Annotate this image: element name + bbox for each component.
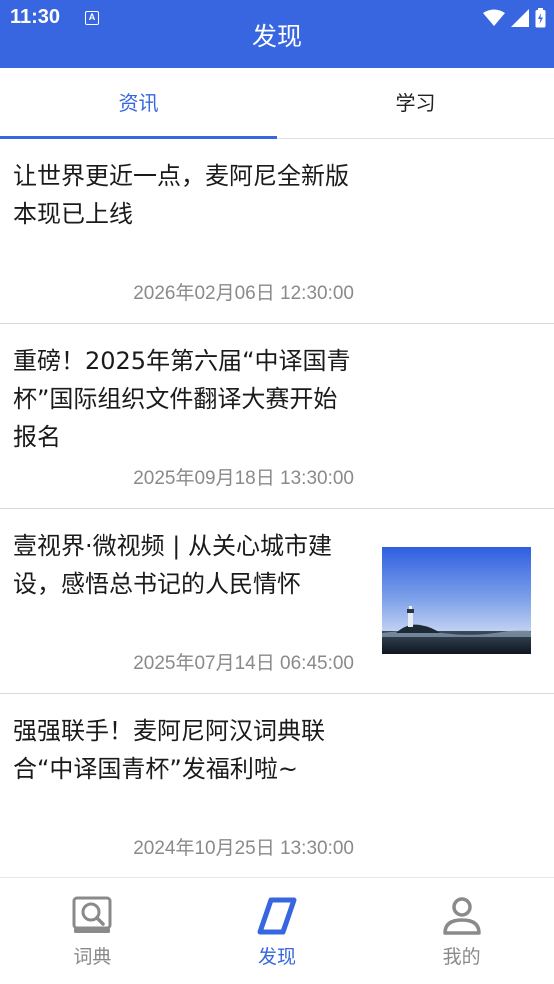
news-item[interactable]: 强强联手！麦阿尼阿汉词典联合“中译国青杯”发福利啦~ 2024年10月25日 1…	[0, 694, 554, 879]
news-title: 壹视界·微视频 | 从关心城市建设，感悟总书记的人民情怀	[13, 532, 332, 598]
profile-icon	[442, 897, 481, 935]
news-date: 2026年02月06日 12:30:00	[133, 283, 354, 304]
news-item[interactable]: 让世界更近一点，麦阿尼全新版本现已上线 2026年02月06日 12:30:00	[0, 139, 554, 324]
news-item[interactable]: 壹视界·微视频 | 从关心城市建设，感悟总书记的人民情怀 2025年07月14日…	[0, 509, 554, 694]
tab-study[interactable]: 学习	[277, 68, 554, 138]
news-date: 2025年07月14日 06:45:00	[133, 653, 354, 674]
news-title: 重磅！2025年第六届“中译国青杯”国际组织文件翻译大赛开始报名	[13, 347, 351, 451]
bottom-nav: 词典 发现 我的	[0, 877, 554, 984]
nav-item-dictionary[interactable]: 词典	[0, 878, 185, 984]
nav-item-discover[interactable]: 发现	[185, 878, 370, 984]
news-title: 让世界更近一点，麦阿尼全新版本现已上线	[13, 162, 349, 228]
tab-bar: 资讯 学习	[0, 68, 554, 139]
page-title: 发现	[251, 22, 302, 51]
news-list: 让世界更近一点，麦阿尼全新版本现已上线 2026年02月06日 12:30:00…	[0, 139, 554, 879]
nav-label: 词典	[73, 946, 112, 968]
dictionary-icon	[72, 896, 112, 933]
nav-label: 发现	[258, 946, 297, 968]
discover-icon	[257, 897, 297, 935]
news-date: 2025年09月18日 13:30:00	[133, 468, 354, 489]
app-header: 11:30 A 发现	[0, 0, 554, 68]
news-thumbnail-lighthouse[interactable]	[382, 547, 531, 654]
news-date: 2024年10月25日 13:30:00	[133, 838, 354, 859]
news-item[interactable]: 重磅！2025年第六届“中译国青杯”国际组织文件翻译大赛开始报名 2025年09…	[0, 324, 554, 509]
nav-label: 我的	[442, 946, 481, 968]
nav-item-profile[interactable]: 我的	[369, 878, 554, 984]
tab-news[interactable]: 资讯	[0, 68, 277, 139]
news-title: 强强联手！麦阿尼阿汉词典联合“中译国青杯”发福利啦~	[13, 717, 325, 783]
